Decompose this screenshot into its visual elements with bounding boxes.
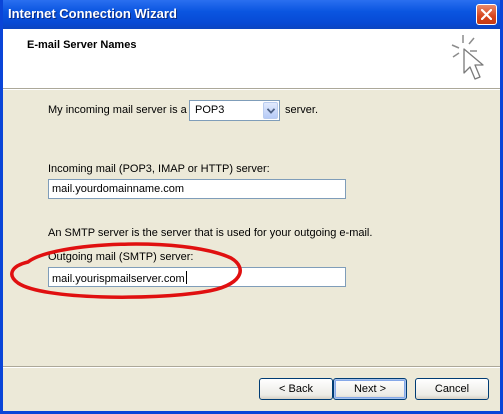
dropdown-button[interactable] xyxy=(263,102,278,119)
footer-divider-highlight xyxy=(3,367,500,368)
server-type-select[interactable]: POP3 xyxy=(189,100,280,121)
incoming-server-field[interactable]: mail.yourdomainname.com xyxy=(48,179,346,199)
incoming-server-label: Incoming mail (POP3, IMAP or HTTP) serve… xyxy=(48,163,270,175)
chevron-down-icon xyxy=(267,108,275,114)
wizard-sparkle-icon xyxy=(451,35,484,80)
cancel-button[interactable]: Cancel xyxy=(415,378,489,400)
close-icon xyxy=(481,9,492,20)
next-button[interactable]: Next > xyxy=(333,378,407,400)
title-bar[interactable]: Internet Connection Wizard xyxy=(3,0,500,29)
server-type-value: POP3 xyxy=(195,104,225,116)
smtp-info-text: An SMTP server is the server that is use… xyxy=(48,227,373,239)
outgoing-server-label: Outgoing mail (SMTP) server: xyxy=(48,251,194,263)
window-title: Internet Connection Wizard xyxy=(8,6,177,21)
back-button[interactable]: < Back xyxy=(259,378,333,400)
close-button[interactable] xyxy=(476,4,497,25)
header-divider xyxy=(3,89,500,90)
outgoing-server-value: mail.yourispmailserver.com xyxy=(52,273,185,285)
wizard-header: E-mail Server Names xyxy=(3,29,500,89)
incoming-server-value: mail.yourdomainname.com xyxy=(52,183,185,195)
text-caret xyxy=(185,271,187,284)
outgoing-server-text: mail.yourispmailserver.com xyxy=(52,271,187,285)
incoming-type-label: My incoming mail server is a xyxy=(48,104,187,116)
page-title: E-mail Server Names xyxy=(27,39,137,51)
outgoing-server-field[interactable]: mail.yourispmailserver.com xyxy=(48,267,346,287)
wizard-window: Internet Connection Wizard E-mail Server… xyxy=(0,0,503,414)
server-suffix-label: server. xyxy=(285,104,319,116)
